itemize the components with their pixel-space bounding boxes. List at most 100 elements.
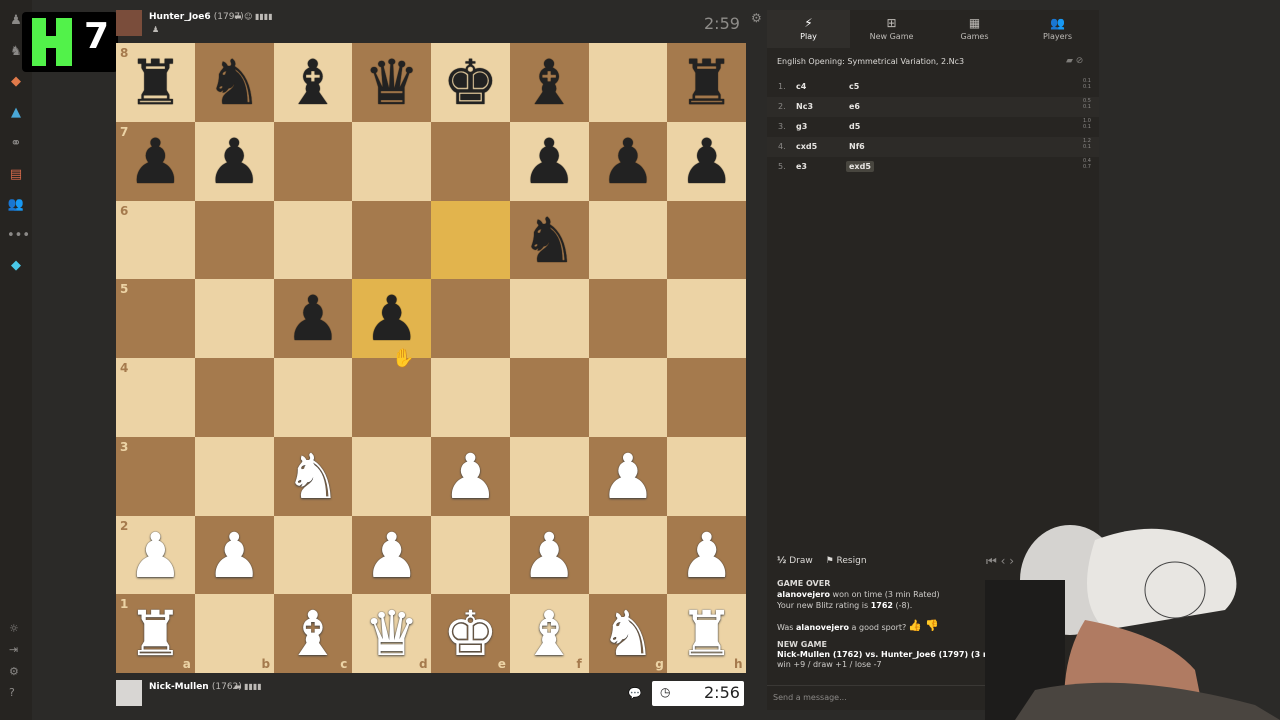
community-icon[interactable]: 👥	[7, 196, 25, 214]
square-b3[interactable]	[194, 436, 274, 516]
black-move[interactable]: e6	[849, 102, 860, 111]
chat-icon[interactable]: 💬	[628, 687, 642, 700]
black-piece-e8[interactable]: ♚	[431, 43, 510, 122]
learn-icon[interactable]: ▲	[7, 104, 25, 122]
square-f4[interactable]	[509, 358, 589, 437]
tab-play[interactable]: ⚡ Play	[767, 10, 850, 48]
black-piece-b7[interactable]: ♟	[195, 122, 274, 201]
white-piece-d2[interactable]: ♟	[352, 516, 431, 595]
square-b6[interactable]	[194, 200, 274, 280]
logout-icon[interactable]: ⇥	[9, 643, 18, 656]
white-move[interactable]: Nc3	[796, 102, 813, 111]
white-piece-g1[interactable]: ♞	[589, 594, 668, 673]
white-move[interactable]: g3	[796, 122, 807, 131]
black-piece-c5[interactable]: ♟	[274, 279, 353, 358]
winner-name[interactable]: alanovejero	[777, 590, 830, 599]
black-move[interactable]: exd5	[846, 161, 874, 172]
black-piece-a8[interactable]: ♜	[116, 43, 195, 122]
tab-new-game[interactable]: ⊞ New Game	[850, 10, 933, 48]
black-move[interactable]: c5	[849, 82, 859, 91]
chess-board[interactable]: 8 7 6 5 4 3 2 1 a b c d e f g h ♜ ♞ ♝ ♛ ♚ ♝ ♜ ♟ ♟ ♟ ♟ ♟ ♞ ♟ ♟ ♞ ♟ ♟ ♟ ♟ ♟ ♟ ♟ ♜…	[116, 43, 746, 673]
black-piece-c8[interactable]: ♝	[274, 43, 353, 122]
gear-icon[interactable]: ⚙	[751, 11, 762, 25]
black-piece-g7[interactable]: ♟	[589, 122, 668, 201]
square-e6[interactable]	[431, 200, 510, 280]
white-move[interactable]: e3	[796, 162, 807, 171]
top-player-name[interactable]: Hunter_Joe6 (1797)	[149, 12, 244, 22]
white-piece-a1[interactable]: ♜	[116, 594, 195, 673]
white-piece-c1[interactable]: ♝	[274, 594, 353, 673]
square-e5[interactable]	[431, 279, 510, 358]
square-h3[interactable]	[667, 436, 746, 516]
white-move[interactable]: cxd5	[796, 142, 817, 151]
square-f3[interactable]	[509, 436, 589, 516]
square-h4[interactable]	[667, 358, 746, 437]
black-piece-b8[interactable]: ♞	[195, 43, 274, 122]
square-e4[interactable]	[431, 358, 510, 437]
square-h6[interactable]	[667, 200, 746, 280]
news-icon[interactable]: ▤	[7, 166, 25, 184]
white-piece-f2[interactable]: ♟	[510, 516, 589, 595]
white-piece-d1[interactable]: ♛	[352, 594, 431, 673]
black-piece-f7[interactable]: ♟	[510, 122, 589, 201]
square-f5[interactable]	[509, 279, 589, 358]
white-piece-e1[interactable]: ♚	[431, 594, 510, 673]
black-piece-f8[interactable]: ♝	[510, 43, 589, 122]
book-icon[interactable]: ▰ ⊘	[1066, 56, 1083, 66]
bottom-player-name[interactable]: Nick-Mullen (1762)	[149, 682, 242, 692]
square-e7[interactable]	[431, 121, 510, 201]
diamond-icon[interactable]: ◆	[7, 257, 25, 275]
square-b4[interactable]	[194, 358, 274, 437]
square-d7[interactable]	[352, 121, 431, 201]
square-c7[interactable]	[273, 121, 353, 201]
square-b5[interactable]	[194, 279, 274, 358]
draw-button[interactable]: ½ Draw	[777, 556, 813, 566]
white-piece-e3[interactable]: ♟	[431, 437, 510, 516]
square-g2[interactable]	[588, 515, 668, 595]
square-d6[interactable]	[352, 200, 431, 280]
black-move[interactable]: d5	[849, 122, 860, 131]
white-piece-b2[interactable]: ♟	[195, 516, 274, 595]
thumbs-up-icon[interactable]: 👍	[908, 619, 922, 632]
thumbs-down-icon[interactable]: 👎	[925, 619, 939, 632]
square-c6[interactable]	[273, 200, 353, 280]
square-g4[interactable]	[588, 358, 668, 437]
white-move[interactable]: c4	[796, 82, 806, 91]
black-piece-d8[interactable]: ♛	[352, 43, 431, 122]
square-d4[interactable]	[352, 358, 431, 437]
help-icon[interactable]: ?	[9, 686, 15, 699]
square-g5[interactable]	[588, 279, 668, 358]
move-number: 5.	[778, 162, 786, 171]
square-d3[interactable]	[352, 436, 431, 516]
resign-button[interactable]: ⚑ Resign	[826, 556, 867, 566]
black-piece-d5[interactable]: ♟	[352, 279, 431, 358]
more-icon[interactable]: •••	[7, 227, 30, 245]
black-piece-a7[interactable]: ♟	[116, 122, 195, 201]
square-h5[interactable]	[667, 279, 746, 358]
square-g8[interactable]	[588, 43, 668, 122]
black-move[interactable]: Nf6	[849, 142, 865, 151]
theme-icon[interactable]: ☼	[9, 622, 19, 635]
lessons-icon[interactable]: ◆	[7, 73, 25, 91]
black-piece-h8[interactable]: ♜	[667, 43, 746, 122]
black-piece-h7[interactable]: ♟	[667, 122, 746, 201]
tab-games[interactable]: ▦ Games	[933, 10, 1016, 48]
square-e2[interactable]	[431, 515, 510, 595]
sport-question: Was alanovejero a good sport?	[777, 623, 906, 632]
white-piece-h2[interactable]: ♟	[667, 516, 746, 595]
square-g6[interactable]	[588, 200, 668, 280]
white-piece-a2[interactable]: ♟	[116, 516, 195, 595]
white-piece-f1[interactable]: ♝	[510, 594, 589, 673]
square-c2[interactable]	[273, 515, 353, 595]
sport-name[interactable]: alanovejero	[796, 623, 849, 632]
rank-label: 6	[120, 203, 129, 218]
tab-players[interactable]: 👥 Players	[1016, 10, 1099, 48]
white-piece-c3[interactable]: ♞	[274, 437, 353, 516]
white-piece-g3[interactable]: ♟	[589, 437, 668, 516]
binoculars-icon[interactable]: ⚭	[7, 135, 25, 153]
black-piece-f6[interactable]: ♞	[510, 201, 589, 280]
white-piece-h1[interactable]: ♜	[667, 594, 746, 673]
settings-icon[interactable]: ⚙	[9, 665, 19, 678]
square-c4[interactable]	[273, 358, 353, 437]
message-input[interactable]: Send a message...	[773, 693, 847, 702]
